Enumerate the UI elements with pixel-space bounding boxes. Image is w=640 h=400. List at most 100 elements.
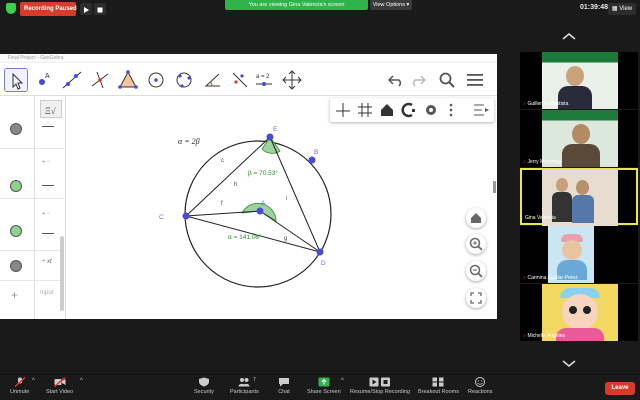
expression-preview: ÷ xt <box>42 259 52 265</box>
point-a[interactable] <box>256 207 264 215</box>
security-button[interactable]: Security <box>194 377 214 395</box>
undo-icon[interactable] <box>388 73 404 87</box>
participant-name: ♪ Michelle Angeles <box>523 333 565 339</box>
play-stop-recording-icon <box>369 377 390 387</box>
graphics-canvas[interactable]: α = 2β E B C A D c h f i g β = 70.53° α … <box>66 96 497 319</box>
breakout-rooms-icon <box>432 377 444 387</box>
view-options-label: View Options <box>372 2 405 8</box>
fraction-preview: ÷ ⁻ <box>42 160 51 166</box>
circle-center-point-tool[interactable] <box>144 68 168 92</box>
share-screen-button[interactable]: Share Screen <box>307 377 341 395</box>
start-video-label: Start Video <box>46 389 74 395</box>
hamburger-menu-icon[interactable] <box>466 72 484 88</box>
stop-icon <box>97 7 103 13</box>
point-e[interactable] <box>266 133 274 141</box>
home-icon <box>471 213 481 223</box>
slider-icon: a = 2 <box>256 74 272 86</box>
angle-tool[interactable] <box>200 68 224 92</box>
perpendicular-icon <box>91 71 109 89</box>
segment-f[interactable] <box>185 210 261 217</box>
participant-name: ♪ Guillermo Bautista <box>523 101 568 107</box>
point-d[interactable] <box>316 248 324 256</box>
recording-status[interactable]: Recording Paused <box>20 2 77 16</box>
audio-options-caret[interactable]: ^ <box>32 378 35 384</box>
algebra-row[interactable]: ÷ xt <box>0 251 64 281</box>
stop-recording-button[interactable] <box>94 3 106 15</box>
reactions-label: Reactions <box>468 389 493 395</box>
share-options-caret[interactable]: ^ <box>341 378 344 384</box>
resume-stop-recording-button[interactable]: Resume/Stop Recording <box>350 377 410 395</box>
zoom-out-button[interactable] <box>466 261 486 281</box>
circle-three-points-tool[interactable] <box>172 68 196 92</box>
unmute-button[interactable]: Unmute <box>10 377 29 395</box>
panel-resize-handle[interactable] <box>493 181 496 193</box>
label-e: E <box>273 126 278 133</box>
algebra-row[interactable]: ÷ ⁻ <box>0 149 64 199</box>
breakout-label: Breakout Rooms <box>418 389 459 395</box>
beta-angle-label: β = 70.53° <box>248 169 278 177</box>
circle[interactable] <box>184 140 332 288</box>
view-button[interactable]: ▦ View <box>608 3 636 15</box>
start-video-button[interactable]: Start Video <box>46 377 73 395</box>
muted-mic-icon: ♪ <box>523 159 526 165</box>
reflect-tool[interactable] <box>228 68 252 92</box>
label-segment-c: c <box>221 158 224 164</box>
view-options-button[interactable]: View Options ▾ <box>370 0 412 10</box>
algebra-row[interactable] <box>0 96 64 149</box>
visibility-toggle-icon[interactable] <box>10 260 22 272</box>
add-input-icon[interactable]: + <box>11 288 18 302</box>
participant-tile[interactable]: ♪ Jerry Maramag <box>520 110 638 167</box>
visibility-toggle-icon[interactable] <box>10 225 22 237</box>
point-tool[interactable]: A <box>32 68 56 92</box>
participants-icon <box>238 378 250 387</box>
resume-recording-button[interactable] <box>80 3 92 15</box>
shared-geogebra-window: Final Project - GeoGebra A a = 2 Ξ√ ÷ ⁻ … <box>0 54 497 319</box>
video-options-caret[interactable]: ^ <box>80 378 83 384</box>
slider-tool[interactable]: a = 2 <box>252 68 276 92</box>
standard-view-button[interactable] <box>466 208 486 228</box>
participant-tile[interactable]: ♪ Guillermo Bautista <box>520 52 638 109</box>
visibility-toggle-icon[interactable] <box>10 123 22 135</box>
algebra-row[interactable]: ÷ ⁻ <box>0 199 64 251</box>
redo-icon[interactable] <box>410 73 426 87</box>
svg-text:A: A <box>45 73 50 80</box>
participant-tile[interactable]: ♪ Carmina Aguilar-Perez <box>520 226 638 283</box>
move-graphics-view-tool[interactable] <box>280 68 304 92</box>
algebra-scrollbar[interactable] <box>60 236 64 311</box>
move-tool[interactable] <box>4 68 28 92</box>
polygon-tool[interactable] <box>116 68 140 92</box>
point-b[interactable] <box>308 156 316 164</box>
fullscreen-icon <box>470 292 482 304</box>
gallery-scroll-down-icon[interactable] <box>561 358 577 368</box>
leave-meeting-button[interactable]: Leave <box>605 382 635 395</box>
chat-button[interactable]: Chat <box>278 377 290 395</box>
formula-text: α = 2β <box>178 137 200 146</box>
visibility-toggle-icon[interactable] <box>10 180 22 192</box>
label-b: B <box>314 149 318 156</box>
fullscreen-button[interactable] <box>466 288 486 308</box>
point-c[interactable] <box>182 212 190 220</box>
perpendicular-line-tool[interactable] <box>88 68 112 92</box>
search-icon[interactable] <box>438 71 456 89</box>
point-icon: A <box>39 73 50 85</box>
zoom-in-button[interactable] <box>466 234 486 254</box>
unmute-label: Unmute <box>10 389 30 395</box>
play-icon <box>84 7 89 13</box>
line-tool[interactable] <box>60 68 84 92</box>
move-arrows-icon <box>282 70 302 90</box>
meeting-timer: 01:39:48 <box>580 4 609 11</box>
participant-tile[interactable]: ♪ Michelle Angeles <box>520 284 638 341</box>
label-a: A <box>261 200 266 207</box>
circle-center-icon <box>148 72 164 88</box>
algebra-input[interactable]: Input <box>40 290 53 296</box>
circle-three-points-icon <box>176 72 192 88</box>
shield-icon <box>198 377 209 387</box>
zoom-out-icon <box>469 264 483 278</box>
record-label: Resume/Stop Recording <box>350 389 410 395</box>
breakout-rooms-button[interactable]: Breakout Rooms <box>418 377 459 395</box>
muted-mic-icon: ♪ <box>523 333 526 339</box>
reactions-button[interactable]: Reactions <box>468 377 492 395</box>
security-shield-icon <box>6 3 16 14</box>
participant-tile-active-speaker[interactable]: Gina Valencia <box>520 168 638 227</box>
algebra-view: Ξ√ ÷ ⁻ ÷ ⁻ ÷ xt + Input <box>0 96 66 319</box>
